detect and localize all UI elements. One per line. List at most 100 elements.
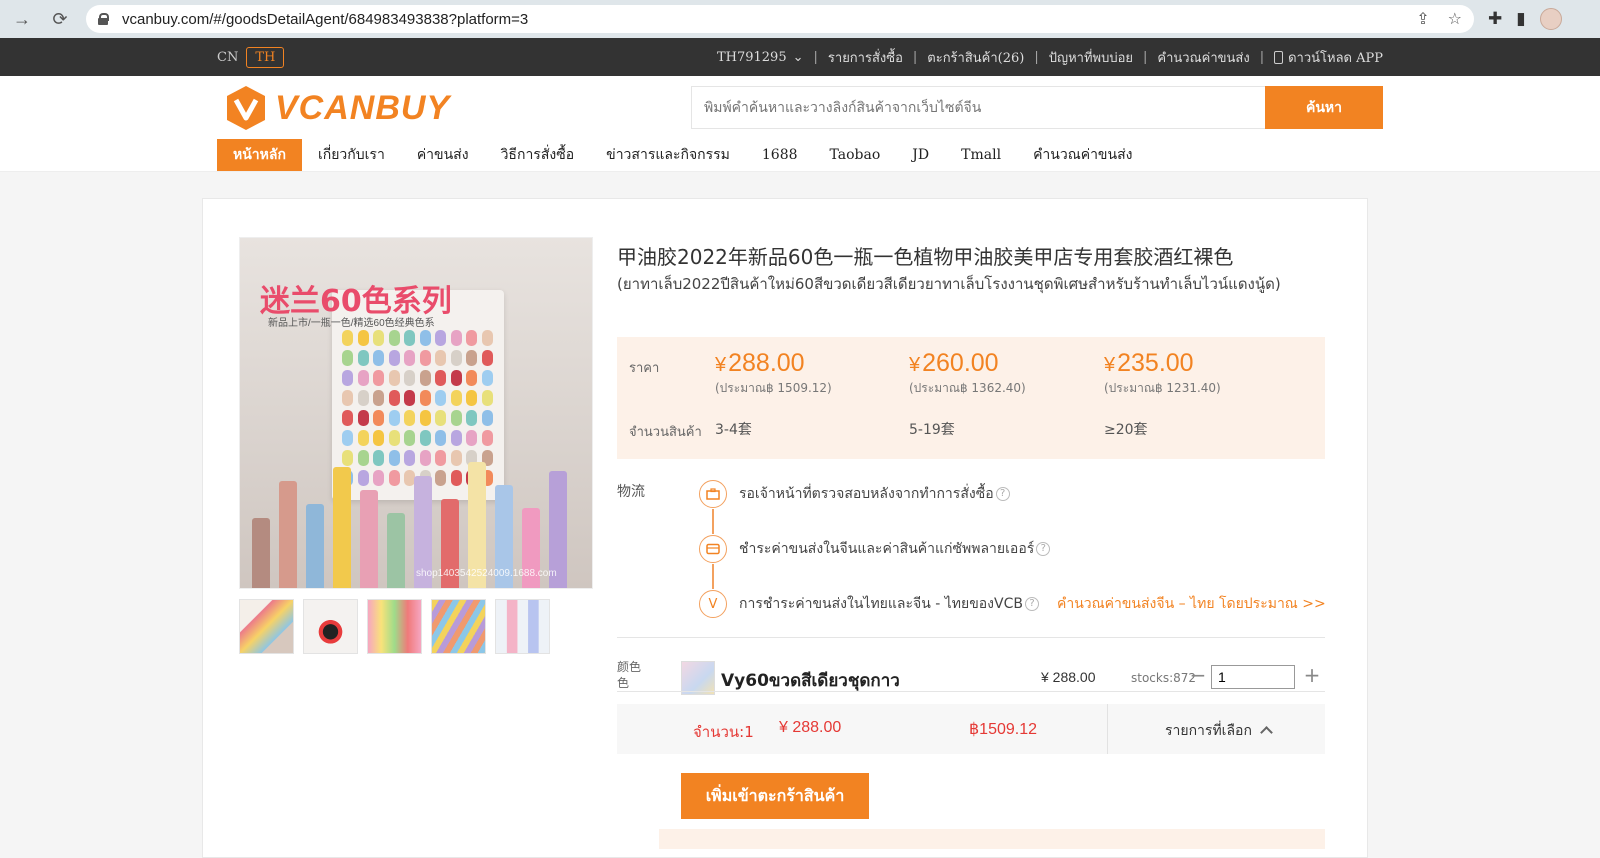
color-swatch (373, 470, 384, 486)
help-icon[interactable]: ? (1036, 542, 1051, 556)
nav-jd[interactable]: JD (896, 139, 945, 171)
promo-subtext: 新品上市/一瓶一色/精选60色经典色系 (268, 318, 435, 329)
reload-icon[interactable]: ⟳ (48, 7, 72, 31)
color-swatch (435, 390, 446, 406)
top-utility-bar: CN TH TH791295 ⌄ | รายการสั่งซื้อ | ตะกร… (0, 38, 1600, 76)
download-app-link[interactable]: ดาวน์โหลด APP (1274, 47, 1383, 68)
color-swatch (450, 390, 462, 406)
bookmark-star-icon[interactable]: ☆ (1448, 9, 1462, 29)
color-swatch (419, 390, 431, 406)
nail-polish-bottle (333, 467, 351, 588)
side-panel-icon[interactable]: ▮ (1516, 9, 1525, 29)
color-swatch (388, 350, 400, 366)
nav-tmall[interactable]: Tmall (945, 139, 1017, 171)
lang-cn[interactable]: CN (217, 50, 238, 65)
color-swatch (342, 450, 353, 466)
language-switcher: CN TH (217, 46, 285, 68)
site-logo[interactable]: VCANBUY (225, 84, 450, 132)
variant-thumbnail[interactable] (681, 661, 715, 695)
color-swatch (388, 450, 400, 466)
nav-about[interactable]: เกี่ยวกับเรา (302, 139, 401, 171)
color-swatch (342, 410, 353, 426)
url-text[interactable]: vcanbuy.com/#/goodsDetailAgent/684983493… (122, 11, 1398, 28)
nav-shipping-fee[interactable]: ค่าขนส่ง (401, 139, 485, 171)
nav-how-to-order[interactable]: วิธีการสั่งซื้อ (485, 139, 591, 171)
color-swatch (450, 430, 462, 446)
color-swatch (450, 330, 462, 346)
nail-polish-bottle (387, 513, 405, 588)
logistics-label: 物流 (617, 483, 645, 499)
vcanbuy-logo-icon (227, 86, 265, 130)
logistics-step-2: ชำระค่าขนส่งในจีนและค่าสินค้าแก่ซัพพลายเ… (699, 534, 1051, 564)
thumbnail-strip (239, 599, 550, 654)
color-swatch (404, 330, 415, 346)
orders-link[interactable]: รายการสั่งซื้อ (828, 47, 903, 68)
share-icon[interactable]: ⇪ (1416, 9, 1429, 29)
main-product-image[interactable]: 迷兰60色系列 新品上市/一瓶一色/精选60色经典色系 shop14035425… (239, 237, 593, 589)
color-swatch (357, 450, 369, 466)
color-swatch (435, 410, 446, 426)
color-swatch (466, 390, 477, 406)
thumbnail-5[interactable] (495, 599, 550, 654)
color-swatch (481, 410, 493, 426)
color-swatch (419, 330, 431, 346)
help-icon[interactable]: ? (1024, 597, 1039, 611)
account-menu[interactable]: TH791295 (717, 50, 787, 65)
site-header: VCANBUY ค้นหา หน้าหลัก เกี่ยวกับเรา ค่าข… (0, 76, 1600, 172)
nav-news[interactable]: ข่าวสารและกิจกรรม (590, 139, 746, 171)
color-swatch (388, 470, 400, 486)
nav-taobao[interactable]: Taobao (814, 139, 897, 171)
color-swatch (342, 390, 353, 406)
v-icon: V (699, 590, 727, 618)
color-swatch (404, 450, 415, 466)
color-swatch (373, 350, 384, 366)
profile-avatar[interactable] (1539, 8, 1562, 30)
color-swatch (388, 430, 400, 446)
color-swatch (466, 350, 477, 366)
quantity-decrease-button[interactable]: − (1187, 663, 1209, 689)
product-subtitle: (ยาทาเล็บ2022ปีสินค้าใหม่60สีขวดเดียวสีเ… (617, 275, 1281, 293)
quantity-label: จำนวนสินค้า (629, 425, 702, 440)
address-bar[interactable]: vcanbuy.com/#/goodsDetailAgent/684983493… (86, 5, 1474, 33)
logistics-step-3: V การชำระค่าขนส่งในไทยและจีน - ไทยของVCB… (699, 589, 1326, 619)
tier-qty-2: 5-19套 (909, 422, 955, 438)
forward-icon[interactable]: → (10, 7, 34, 31)
lang-th[interactable]: TH (246, 46, 285, 68)
search-button[interactable]: ค้นหา (1265, 86, 1383, 129)
add-to-cart-button[interactable]: เพิ่มเข้าตะกร้าสินค้า (681, 773, 869, 819)
tier-price-value: 260.00 (922, 349, 999, 377)
shipping-estimate-link[interactable]: คำนวณค่าขนส่งจีน – ไทย โดยประมาณ >> (1057, 593, 1326, 615)
color-swatch (466, 330, 477, 346)
color-swatch (357, 390, 369, 406)
nav-1688[interactable]: 1688 (746, 139, 814, 171)
color-swatch (357, 470, 369, 486)
step-text: รอเจ้าหน้าที่ตรวจสอบหลังจากทำการสั่งซื้อ (739, 486, 994, 502)
shipping-calc-link[interactable]: คำนวณค่าขนส่ง (1157, 47, 1249, 68)
help-icon[interactable]: ? (995, 487, 1010, 501)
color-swatch (342, 370, 353, 386)
color-swatch (466, 410, 477, 426)
logistics-step-1: รอเจ้าหน้าที่ตรวจสอบหลังจากทำการสั่งซื้อ… (699, 479, 1010, 509)
variant-name: Vy60ขวดสีเดียวชุดกาว (721, 671, 900, 691)
product-detail-panel: 迷兰60色系列 新品上市/一瓶一色/精选60色经典色系 shop14035425… (202, 198, 1368, 858)
nail-polish-bottle (360, 490, 378, 588)
cart-link[interactable]: ตะกร้าสินค้า(26) (927, 47, 1024, 68)
quantity-input[interactable] (1211, 665, 1295, 689)
selected-items-toggle[interactable]: รายการที่เลือก (1165, 720, 1273, 742)
color-swatch (466, 430, 477, 446)
nav-shipping-calc[interactable]: คำนวณค่าขนส่ง (1017, 139, 1148, 171)
quantity-increase-button[interactable]: + (1301, 663, 1323, 689)
yen-symbol: ¥ (715, 354, 727, 376)
color-swatch (435, 450, 446, 466)
tier-approx-thb: (ประมาณ฿ 1509.12) (715, 381, 832, 395)
extensions-icon[interactable]: ✚ (1488, 9, 1502, 29)
thumbnail-4[interactable] (431, 599, 486, 654)
divider: | (1034, 49, 1039, 65)
thumbnail-1[interactable] (239, 599, 294, 654)
nav-home[interactable]: หน้าหลัก (217, 139, 302, 171)
faq-link[interactable]: ปัญหาที่พบบ่อย (1049, 47, 1133, 68)
search-input[interactable] (691, 86, 1265, 129)
thumbnail-3[interactable] (367, 599, 422, 654)
chevron-down-icon[interactable]: ⌄ (793, 50, 804, 65)
thumbnail-2[interactable] (303, 599, 358, 654)
